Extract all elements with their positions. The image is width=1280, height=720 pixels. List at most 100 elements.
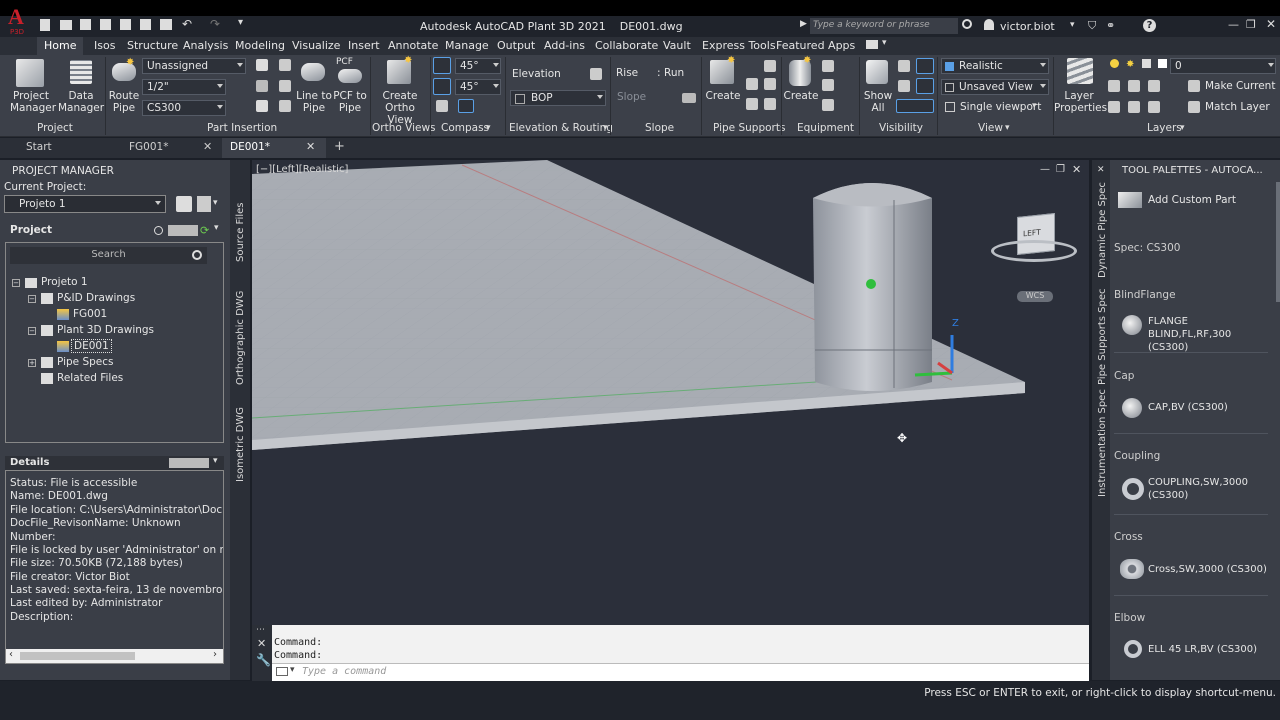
wcs-menu-button[interactable]: WCS xyxy=(1017,291,1053,302)
support-tool-4-icon[interactable] xyxy=(746,98,758,110)
view-panel-expand-icon[interactable]: ▾ xyxy=(1005,123,1010,133)
visibility-tool-1-icon[interactable] xyxy=(898,60,910,72)
line-to-pipe-button[interactable]: Line to Pipe xyxy=(296,90,332,114)
make-current-button[interactable]: Make Current xyxy=(1205,80,1275,92)
add-custom-part-icon[interactable] xyxy=(1118,192,1142,208)
doc-tab-de001-close-icon[interactable]: ✕ xyxy=(306,140,315,153)
user-name[interactable]: victor.biot xyxy=(1000,20,1055,33)
visual-style-combo[interactable]: Realistic xyxy=(941,58,1049,74)
layer-tool-2-icon[interactable] xyxy=(1128,80,1140,92)
scroll-right-icon[interactable]: › xyxy=(213,649,217,660)
visibility-tool-3-icon[interactable] xyxy=(898,80,910,92)
project-manager-icon[interactable] xyxy=(16,59,44,87)
elevation-field[interactable]: Elevation xyxy=(508,67,584,83)
customize-qat-icon[interactable]: ▾ xyxy=(238,17,243,28)
undo-icon[interactable]: ↶ xyxy=(182,17,192,31)
viewport-close-icon[interactable]: ✕ xyxy=(1072,163,1081,176)
search-icon[interactable] xyxy=(962,19,972,29)
user-icon[interactable] xyxy=(984,19,994,30)
tab-visualize[interactable]: Visualize xyxy=(292,39,340,52)
support-tool-5-icon[interactable] xyxy=(764,98,776,110)
make-current-icon[interactable] xyxy=(1188,80,1200,92)
new-tab-icon[interactable]: + xyxy=(334,139,345,154)
layer-tool-4-icon[interactable] xyxy=(1108,101,1120,113)
show-all-button[interactable]: Show All xyxy=(862,90,894,114)
tree-item-projeto-1[interactable]: Projeto 1 xyxy=(41,276,88,288)
compass-panel-expand-icon[interactable]: ▾ xyxy=(486,123,491,133)
viewport-config-icon[interactable] xyxy=(945,102,955,112)
flange-blind-icon[interactable] xyxy=(1122,315,1142,335)
scroll-left-icon[interactable]: ‹ xyxy=(9,649,13,660)
cmd-recent-icon[interactable] xyxy=(276,667,288,676)
tp-item-elbow[interactable]: ELL 45 LR,BV (CS300) xyxy=(1148,644,1257,655)
tree-item-plant-3d-drawings[interactable]: Plant 3D Drawings xyxy=(57,324,154,336)
side-tab-orthographic-dwg[interactable]: Orthographic DWG xyxy=(235,291,246,385)
tag-icon[interactable] xyxy=(256,59,268,71)
viewport-config-arrow-icon[interactable]: ▾ xyxy=(1032,101,1037,111)
panel-title-elevation-routing[interactable]: Elevation & Routing xyxy=(509,122,613,134)
layer-properties-button[interactable]: Layer Properties xyxy=(1054,90,1107,114)
compass-toggle-icon[interactable] xyxy=(433,57,451,74)
match-layer-icon[interactable] xyxy=(1188,101,1200,113)
tree-expand-icon[interactable]: + xyxy=(28,359,36,367)
cmd-customize-icon[interactable]: 🔧 xyxy=(256,653,271,667)
save-icon[interactable] xyxy=(80,19,91,30)
tree-item-related-files[interactable]: Related Files xyxy=(57,372,123,384)
layer-tool-5-icon[interactable] xyxy=(1128,101,1140,113)
tp-item-coupling[interactable]: COUPLING,SW,3000 (CS300) xyxy=(1148,476,1268,502)
saved-view-combo[interactable]: Unsaved View xyxy=(941,79,1049,95)
tp-item-cap[interactable]: CAP,BV (CS300) xyxy=(1148,402,1228,413)
pcf-to-pipe-button[interactable]: PCF to Pipe xyxy=(332,90,368,114)
layer-tool-3-icon[interactable] xyxy=(1148,80,1160,92)
panel-title-view[interactable]: View xyxy=(978,122,1003,134)
equipment-create-button[interactable]: Create xyxy=(782,90,820,102)
slope-field[interactable]: Slope xyxy=(617,91,677,103)
viewport-controls-label[interactable]: [−][Left][Realistic] xyxy=(256,164,348,175)
cmd-dots-icon[interactable]: ⋯ xyxy=(256,625,265,635)
visibility-tool-2-icon[interactable] xyxy=(916,58,934,74)
doc-tab-start[interactable]: Start xyxy=(18,138,118,158)
cmd-close-icon[interactable]: ✕ xyxy=(257,637,266,650)
slope-icon[interactable] xyxy=(682,93,696,103)
line-to-pipe-icon[interactable] xyxy=(301,63,325,81)
side-tab-source-files[interactable]: Source Files xyxy=(235,203,246,262)
elevation-pick-icon[interactable] xyxy=(590,68,602,80)
tree-item-pid-drawings[interactable]: P&ID Drawings xyxy=(57,292,135,304)
details-hscrollbar[interactable]: ‹ › xyxy=(6,649,223,663)
equipment-tool-3-icon[interactable] xyxy=(822,99,834,111)
help-icon[interactable]: ? xyxy=(1143,19,1156,32)
ref-icon[interactable] xyxy=(256,80,268,92)
stub-icon[interactable] xyxy=(279,100,291,112)
project-manager-button[interactable]: Project Manager xyxy=(10,90,56,114)
tab-structure[interactable]: Structure xyxy=(127,39,178,52)
redo-icon[interactable]: ↷ xyxy=(210,17,220,31)
current-layer-combo[interactable]: 0 xyxy=(1170,58,1276,74)
tp-item-cross[interactable]: Cross,SW,3000 (CS300) xyxy=(1148,564,1267,575)
tp-tab-pipe-supports-spec[interactable]: Pipe Supports Spec xyxy=(1097,288,1108,385)
tab-modeling[interactable]: Modeling xyxy=(235,39,285,52)
tree-item-pipe-specs[interactable]: Pipe Specs xyxy=(57,356,114,368)
viewcube-ring[interactable] xyxy=(991,240,1077,262)
layer-properties-icon[interactable] xyxy=(1067,58,1093,84)
cap-icon[interactable] xyxy=(1122,398,1142,418)
share-icon[interactable] xyxy=(140,19,151,30)
compass-track-icon[interactable] xyxy=(436,100,448,112)
fittings-icon[interactable] xyxy=(279,80,291,92)
doc-tab-fg001[interactable]: FG001* xyxy=(121,138,201,158)
layer-tool-6-icon[interactable] xyxy=(1148,101,1160,113)
plot-icon[interactable] xyxy=(160,19,172,30)
equipment-tool-2-icon[interactable] xyxy=(822,79,834,91)
tp-item-flange-blind[interactable]: FLANGE BLIND,FL,RF,300 (CS300) xyxy=(1148,315,1268,354)
tp-tab-instrumentation-spec[interactable]: Instrumentation Spec xyxy=(1097,389,1108,497)
tab-isos[interactable]: Isos xyxy=(94,39,115,52)
open-icon[interactable] xyxy=(60,20,72,30)
tab-manage[interactable]: Manage xyxy=(445,39,489,52)
data-manager-button[interactable]: Data Manager xyxy=(58,90,104,114)
tree-collapse-icon[interactable]: − xyxy=(28,327,36,335)
compass-snap-icon[interactable] xyxy=(433,78,451,95)
equipment-tool-1-icon[interactable] xyxy=(822,60,834,72)
minimize-icon[interactable]: — xyxy=(1228,18,1239,31)
support-tool-2-icon[interactable] xyxy=(746,78,758,90)
visibility-tool-5-icon[interactable] xyxy=(896,99,934,113)
connector-icon[interactable] xyxy=(279,59,291,71)
